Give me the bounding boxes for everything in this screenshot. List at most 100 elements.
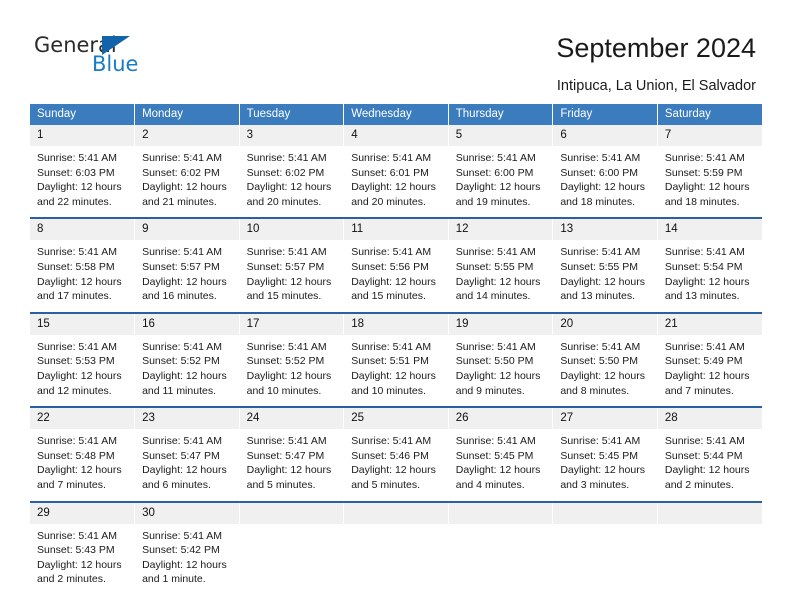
sunrise-text: Sunrise: 5:41 AM — [142, 435, 223, 448]
sunrise-text: Sunrise: 5:41 AM — [246, 435, 327, 448]
day-cell[interactable]: 12 Sunrise: 5:41 AM Sunset: 5:55 PM Dayl… — [448, 217, 554, 313]
sunset-text: Sunset: 5:44 PM — [664, 449, 743, 462]
day-cell[interactable]: 17 Sunrise: 5:41 AM Sunset: 5:52 PM Dayl… — [239, 311, 345, 408]
day-details: Sunrise: 5:41 AM Sunset: 5:52 PM Dayligh… — [135, 335, 239, 406]
sunrise-text: Sunrise: 5:41 AM — [664, 340, 745, 353]
day-details — [658, 524, 762, 597]
day-details: Sunrise: 5:41 AM Sunset: 6:00 PM Dayligh… — [553, 146, 657, 217]
daylight-text-line1: Daylight: 12 hours — [246, 181, 332, 194]
day-number: 28 — [657, 408, 762, 430]
brand-logo[interactable]: General Blue — [34, 33, 244, 83]
day-cell[interactable]: 13 Sunrise: 5:41 AM Sunset: 5:55 PM Dayl… — [552, 217, 658, 313]
sunset-text: Sunset: 5:48 PM — [37, 449, 115, 462]
day-number: 19 — [448, 313, 553, 335]
day-cell[interactable]: 18 Sunrise: 5:41 AM Sunset: 5:51 PM Dayl… — [343, 311, 449, 408]
sunset-text: Sunset: 5:50 PM — [560, 355, 638, 368]
sunset-text: Sunset: 6:01 PM — [351, 166, 429, 179]
calendar-page: General Blue September 2024 Intipuca, La… — [0, 0, 792, 612]
day-cell[interactable]: 23 Sunrise: 5:41 AM Sunset: 5:47 PM Dayl… — [134, 406, 240, 502]
day-cell[interactable]: 7 Sunrise: 5:41 AM Sunset: 5:59 PM Dayli… — [657, 125, 762, 219]
day-details: Sunrise: 5:41 AM Sunset: 5:47 PM Dayligh… — [240, 429, 344, 500]
day-number: 12 — [448, 219, 553, 241]
day-cell[interactable]: 24 Sunrise: 5:41 AM Sunset: 5:47 PM Dayl… — [239, 406, 345, 502]
day-cell[interactable]: 28 Sunrise: 5:41 AM Sunset: 5:44 PM Dayl… — [657, 406, 762, 502]
day-cell[interactable]: 30 Sunrise: 5:41 AM Sunset: 5:42 PM Dayl… — [134, 500, 240, 597]
daylight-text-line1: Daylight: 12 hours — [37, 464, 122, 477]
day-cell[interactable]: 14 Sunrise: 5:41 AM Sunset: 5:54 PM Dayl… — [657, 217, 762, 313]
sunrise-text: Sunrise: 5:41 AM — [37, 246, 117, 259]
day-cell[interactable]: 9 Sunrise: 5:41 AM Sunset: 5:57 PM Dayli… — [134, 217, 240, 313]
day-details: Sunrise: 5:41 AM Sunset: 6:02 PM Dayligh… — [240, 146, 344, 217]
day-cell[interactable]: 4 Sunrise: 5:41 AM Sunset: 6:01 PM Dayli… — [343, 125, 449, 219]
day-cell[interactable]: 6 Sunrise: 5:41 AM Sunset: 6:00 PM Dayli… — [552, 125, 658, 219]
daylight-text-line2: and 21 minutes. — [142, 195, 217, 208]
page-title: September 2024 — [556, 33, 756, 63]
day-cell[interactable]: 11 Sunrise: 5:41 AM Sunset: 5:56 PM Dayl… — [343, 217, 449, 313]
sunset-text: Sunset: 5:42 PM — [142, 544, 220, 557]
day-cell-empty — [552, 500, 658, 597]
day-cell[interactable]: 25 Sunrise: 5:41 AM Sunset: 5:46 PM Dayl… — [343, 406, 449, 502]
day-number: 30 — [135, 502, 239, 524]
day-cell[interactable]: 2 Sunrise: 5:41 AM Sunset: 6:02 PM Dayli… — [134, 125, 240, 219]
daylight-text-line2: and 6 minutes. — [142, 478, 211, 491]
day-number: 27 — [553, 408, 657, 430]
daylight-text-line1: Daylight: 12 hours — [351, 369, 436, 382]
day-details: Sunrise: 5:41 AM Sunset: 6:03 PM Dayligh… — [30, 146, 134, 217]
day-number: 7 — [657, 125, 762, 146]
day-details: Sunrise: 5:41 AM Sunset: 6:01 PM Dayligh… — [344, 146, 448, 217]
sunset-text: Sunset: 6:00 PM — [560, 166, 638, 179]
daylight-text-line2: and 10 minutes. — [246, 384, 322, 397]
day-number: 3 — [239, 125, 344, 146]
day-cell[interactable]: 26 Sunrise: 5:41 AM Sunset: 5:45 PM Dayl… — [448, 406, 554, 502]
day-cell[interactable]: 16 Sunrise: 5:41 AM Sunset: 5:52 PM Dayl… — [134, 311, 240, 408]
day-cell[interactable]: 29 Sunrise: 5:41 AM Sunset: 5:43 PM Dayl… — [30, 500, 136, 597]
daylight-text-line1: Daylight: 12 hours — [560, 275, 645, 288]
week-row: 22 Sunrise: 5:41 AM Sunset: 5:48 PM Dayl… — [30, 406, 762, 502]
day-cell-empty — [448, 500, 554, 597]
day-details: Sunrise: 5:41 AM Sunset: 5:46 PM Dayligh… — [344, 429, 448, 500]
daylight-text-line1: Daylight: 12 hours — [246, 275, 332, 288]
daylight-text-line2: and 18 minutes. — [560, 195, 636, 208]
day-number: 29 — [30, 502, 135, 524]
day-details: Sunrise: 5:41 AM Sunset: 5:42 PM Dayligh… — [135, 524, 239, 595]
day-details — [344, 524, 448, 597]
week-row: 15 Sunrise: 5:41 AM Sunset: 5:53 PM Dayl… — [30, 311, 762, 408]
day-cell[interactable]: 27 Sunrise: 5:41 AM Sunset: 5:45 PM Dayl… — [552, 406, 658, 502]
day-cell[interactable]: 21 Sunrise: 5:41 AM Sunset: 5:49 PM Dayl… — [657, 311, 762, 408]
daylight-text-line2: and 5 minutes. — [246, 478, 316, 491]
sunset-text: Sunset: 6:02 PM — [246, 166, 325, 179]
daylight-text-line2: and 16 minutes. — [142, 290, 217, 303]
day-cell-empty — [343, 500, 449, 597]
day-number: 6 — [553, 125, 657, 146]
daylight-text-line1: Daylight: 12 hours — [560, 464, 645, 477]
day-details: Sunrise: 5:41 AM Sunset: 5:45 PM Dayligh… — [553, 429, 657, 500]
day-cell[interactable]: 8 Sunrise: 5:41 AM Sunset: 5:58 PM Dayli… — [30, 217, 136, 313]
sunrise-text: Sunrise: 5:41 AM — [560, 340, 641, 353]
day-cell[interactable]: 1 Sunrise: 5:41 AM Sunset: 6:03 PM Dayli… — [30, 125, 136, 219]
daylight-text-line2: and 10 minutes. — [351, 384, 426, 397]
day-cell-empty — [239, 500, 345, 597]
sunrise-text: Sunrise: 5:41 AM — [246, 246, 327, 259]
sunrise-text: Sunrise: 5:41 AM — [351, 435, 432, 448]
sunset-text: Sunset: 5:45 PM — [455, 449, 534, 462]
sunrise-text: Sunrise: 5:41 AM — [664, 246, 745, 259]
sunset-text: Sunset: 5:59 PM — [664, 166, 743, 179]
daylight-text-line2: and 20 minutes. — [246, 195, 322, 208]
day-number: 1 — [30, 125, 135, 146]
day-cell[interactable]: 19 Sunrise: 5:41 AM Sunset: 5:50 PM Dayl… — [448, 311, 554, 408]
sunrise-text: Sunrise: 5:41 AM — [142, 340, 223, 353]
day-number: 24 — [239, 408, 344, 430]
day-number — [657, 502, 762, 524]
sunrise-text: Sunrise: 5:41 AM — [560, 435, 641, 448]
day-cell[interactable]: 5 Sunrise: 5:41 AM Sunset: 6:00 PM Dayli… — [448, 125, 554, 219]
day-cell[interactable]: 10 Sunrise: 5:41 AM Sunset: 5:57 PM Dayl… — [239, 217, 345, 313]
day-cell[interactable]: 20 Sunrise: 5:41 AM Sunset: 5:50 PM Dayl… — [552, 311, 658, 408]
sunrise-text: Sunrise: 5:41 AM — [455, 435, 536, 448]
day-cell[interactable]: 15 Sunrise: 5:41 AM Sunset: 5:53 PM Dayl… — [30, 311, 136, 408]
day-details: Sunrise: 5:41 AM Sunset: 5:49 PM Dayligh… — [658, 335, 762, 406]
day-details — [553, 524, 657, 597]
day-cell[interactable]: 3 Sunrise: 5:41 AM Sunset: 6:02 PM Dayli… — [239, 125, 345, 219]
sunset-text: Sunset: 6:00 PM — [455, 166, 534, 179]
day-cell[interactable]: 22 Sunrise: 5:41 AM Sunset: 5:48 PM Dayl… — [30, 406, 136, 502]
sunset-text: Sunset: 5:58 PM — [37, 260, 115, 273]
